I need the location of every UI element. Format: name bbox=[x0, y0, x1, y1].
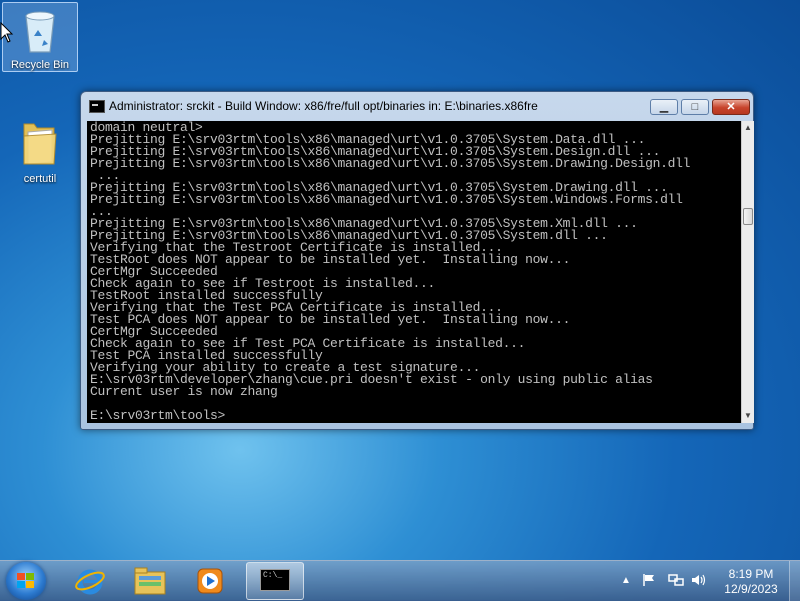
console-line: E:\srv03rtm\tools> bbox=[90, 408, 226, 423]
taskbar: C:\_ ▲ 8:19 PM 12/9/2023 bbox=[0, 560, 800, 601]
scroll-down-arrow-icon[interactable]: ▼ bbox=[742, 409, 754, 423]
folder-icon bbox=[23, 123, 57, 165]
maximize-button[interactable]: □ bbox=[681, 99, 709, 115]
recycle-bin-label: Recycle Bin bbox=[10, 59, 70, 71]
window-title: Administrator: srckit - Build Window: x8… bbox=[109, 99, 538, 113]
recycle-bin-icon bbox=[25, 11, 55, 53]
windows-logo-icon bbox=[17, 573, 35, 589]
console-text: domain neutral> Prejitting E:\srv03rtm\to… bbox=[87, 121, 741, 422]
cmd-icon: C:\_ bbox=[260, 569, 290, 591]
console-line: Current user is now zhang bbox=[90, 384, 278, 399]
folder-library-icon bbox=[134, 567, 166, 595]
certutil-label: certutil bbox=[23, 173, 57, 185]
system-clock[interactable]: 8:19 PM 12/9/2023 bbox=[716, 567, 786, 597]
minimize-button[interactable]: ▁ bbox=[650, 99, 678, 115]
clock-time: 8:19 PM bbox=[728, 567, 774, 581]
cmd-icon-text: C:\_ bbox=[263, 571, 283, 580]
command-prompt-taskbar-button[interactable]: C:\_ bbox=[246, 562, 304, 600]
internet-explorer-icon bbox=[75, 569, 105, 595]
console-line: Prejitting E:\srv03rtm\tools\x86\managed… bbox=[90, 156, 691, 171]
show-hidden-icons-arrow[interactable]: ▲ bbox=[621, 575, 631, 586]
scroll-up-arrow-icon[interactable]: ▲ bbox=[742, 121, 754, 135]
console-window[interactable]: Administrator: srckit - Build Window: x8… bbox=[80, 91, 754, 430]
flag-icon[interactable] bbox=[642, 573, 656, 587]
close-button[interactable]: ✕ bbox=[712, 99, 750, 115]
volume-icon[interactable] bbox=[690, 573, 706, 587]
certutil-desktop-icon[interactable]: certutil bbox=[2, 118, 78, 185]
windows-explorer-taskbar-button[interactable] bbox=[122, 562, 178, 600]
console-line: Prejitting E:\srv03rtm\tools\x86\managed… bbox=[90, 192, 683, 207]
cmd-window-icon[interactable] bbox=[89, 100, 105, 113]
console-output[interactable]: domain neutral> Prejitting E:\srv03rtm\to… bbox=[87, 121, 741, 423]
media-player-icon bbox=[197, 568, 223, 594]
internet-explorer-taskbar-button[interactable] bbox=[62, 562, 118, 600]
show-desktop-button[interactable] bbox=[789, 561, 800, 601]
network-icon[interactable] bbox=[668, 573, 684, 587]
clock-date: 12/9/2023 bbox=[724, 582, 778, 596]
scrollbar-thumb[interactable] bbox=[743, 208, 753, 225]
title-bar[interactable]: Administrator: srckit - Build Window: x8… bbox=[81, 92, 753, 120]
start-button[interactable] bbox=[6, 562, 46, 600]
mouse-cursor-icon bbox=[0, 22, 14, 43]
vertical-scrollbar[interactable]: ▲ ▼ bbox=[741, 121, 754, 423]
media-player-taskbar-button[interactable] bbox=[182, 562, 238, 600]
